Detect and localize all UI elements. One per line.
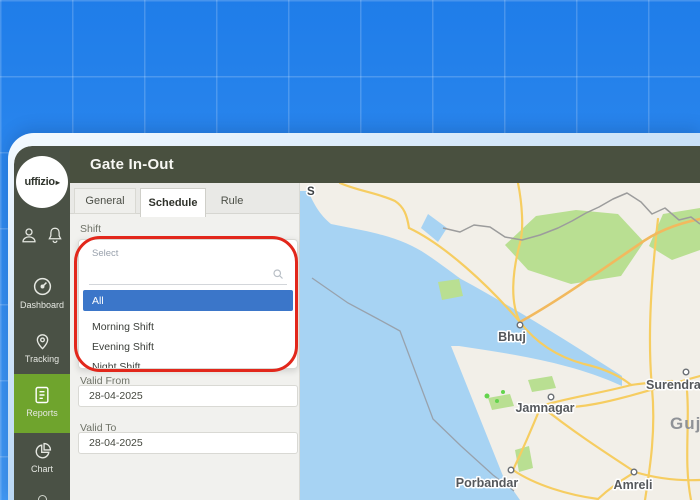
logo-arrow-icon: ▸ <box>56 178 60 187</box>
shift-dropdown-open: Select All Morning Shift Evening Shift N… <box>78 239 298 369</box>
tab-schedule[interactable]: Schedule <box>140 188 206 217</box>
shift-option-night[interactable]: Night Shift <box>79 357 297 369</box>
uffizio-logo[interactable]: uffizio▸ <box>16 156 68 208</box>
app-window: uffizio▸ Dashb <box>14 146 700 500</box>
sidebar-item-partial-icon[interactable] <box>38 495 47 500</box>
map-label-porbandar: Porbandar <box>456 476 519 490</box>
chart-pie-icon <box>33 442 52 461</box>
sidebar-item-label: Reports <box>26 408 58 418</box>
dashboard-gauge-icon <box>32 276 53 297</box>
sidebar-item-label: Chart <box>31 464 53 474</box>
tab-general[interactable]: General <box>74 188 136 214</box>
valid-from-input[interactable]: 28-04-2025 <box>78 385 298 407</box>
map-label-bhuj: Bhuj <box>498 330 526 344</box>
shift-search-input[interactable] <box>89 262 287 285</box>
page-header: Gate In-Out <box>70 146 700 183</box>
sidebar-item-label: Dashboard <box>20 300 64 310</box>
shift-option-morning[interactable]: Morning Shift <box>79 317 297 337</box>
map-label-surendranagar: Surendranagar <box>646 378 700 392</box>
sidebar-item-tracking[interactable]: Tracking <box>14 332 70 364</box>
sidebar-item-reports[interactable]: Reports <box>14 374 70 433</box>
map-label-partial: S <box>307 186 315 198</box>
search-icon <box>272 268 284 280</box>
sidebar: uffizio▸ Dashb <box>14 146 70 500</box>
sidebar-item-chart[interactable]: Chart <box>14 442 70 474</box>
tab-rule[interactable]: Rule <box>210 188 254 214</box>
logo-text: uffizio <box>25 176 55 188</box>
screen: uffizio▸ Dashb <box>0 0 700 500</box>
tab-bar: General Schedule Rule <box>70 183 299 214</box>
sidebar-item-dashboard[interactable]: Dashboard <box>14 276 70 310</box>
map-label-amreli: Amreli <box>614 478 653 492</box>
gate-settings-panel: General Schedule Rule Shift Select All M… <box>70 183 300 500</box>
page-title: Gate In-Out <box>90 156 174 173</box>
user-icon[interactable] <box>20 226 38 244</box>
map-canvas[interactable]: S Bhuj Jamnagar Surendranagar Porbandar … <box>300 183 700 500</box>
shift-option-all[interactable]: All <box>83 290 293 311</box>
shift-option-evening[interactable]: Evening Shift <box>79 337 297 357</box>
map-label-gujarat: Gujarat <box>670 414 700 433</box>
sidebar-item-label: Tracking <box>25 354 59 364</box>
tracking-pin-icon <box>33 332 52 351</box>
reports-document-icon <box>32 385 52 405</box>
shift-select-placeholder[interactable]: Select <box>79 240 297 259</box>
valid-to-input[interactable]: 28-04-2025 <box>78 432 298 454</box>
shift-label: Shift <box>80 223 101 235</box>
map-label-jamnagar: Jamnagar <box>515 401 574 415</box>
notifications-bell-icon[interactable] <box>46 226 64 244</box>
